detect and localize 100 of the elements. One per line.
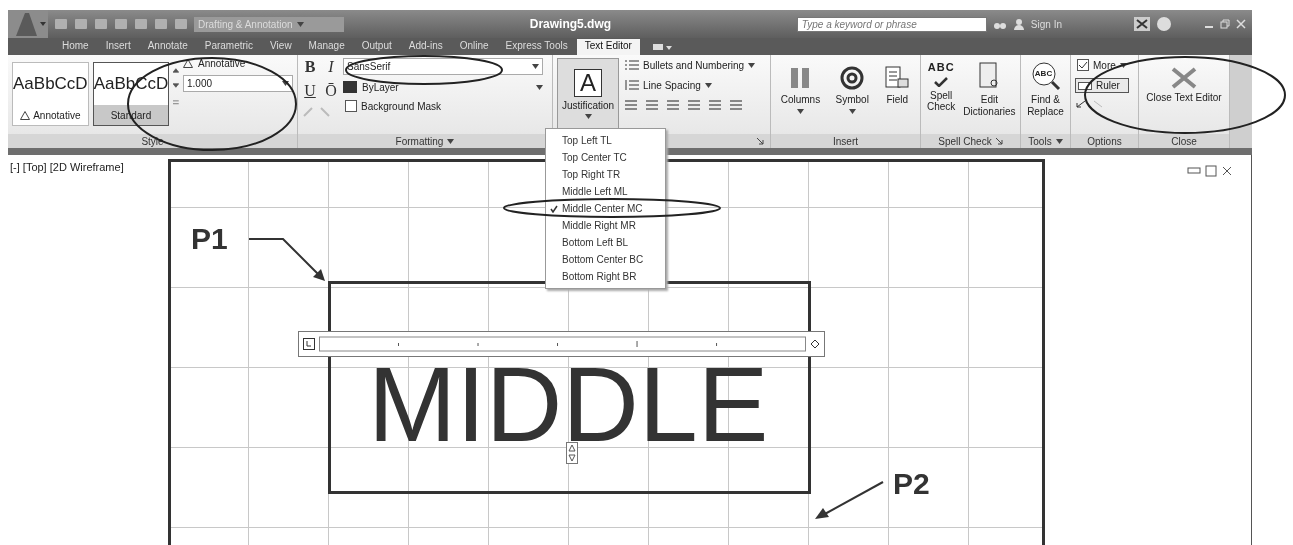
magnifier-icon: [1030, 61, 1061, 91]
menu-item[interactable]: Middle Left ML: [546, 183, 665, 200]
ribbon-tab[interactable]: Annotate: [139, 39, 196, 55]
caret-icon: [748, 62, 756, 68]
resize-handle-icon[interactable]: [566, 442, 578, 464]
toolbar-icon[interactable]: [94, 18, 108, 30]
bold-button[interactable]: B: [302, 58, 318, 76]
line-spacing-button[interactable]: Line Spacing: [623, 78, 758, 92]
toolbar-icon[interactable]: [174, 18, 188, 30]
ribbon-tab[interactable]: Parametric: [196, 39, 262, 55]
close-icon[interactable]: [1236, 19, 1246, 29]
align-icon[interactable]: [665, 98, 681, 112]
toolbar-icon[interactable]: [74, 18, 88, 30]
find-replace-button[interactable]: ABC Find & Replace: [1022, 59, 1069, 131]
more-button[interactable]: More: [1075, 58, 1129, 72]
menu-item[interactable]: Middle Center MC: [546, 200, 665, 217]
italic-button[interactable]: I: [323, 58, 339, 76]
dialog-launcher-icon[interactable]: [757, 137, 764, 145]
menu-item[interactable]: Middle Right MR: [546, 217, 665, 234]
ribbon-tab[interactable]: Insert: [97, 39, 139, 55]
font-combo[interactable]: SansSerif: [343, 58, 543, 75]
menu-item[interactable]: Top Center TC: [546, 149, 665, 166]
viewport-controls[interactable]: [-] [Top] [2D Wireframe]: [10, 161, 124, 173]
toolbar-icon[interactable]: [54, 18, 68, 30]
align-icon[interactable]: [707, 98, 723, 112]
columns-icon: [789, 65, 812, 91]
panel-title: Options: [1087, 135, 1122, 147]
text-height-combo[interactable]: 1.000: [183, 75, 293, 92]
search-field[interactable]: Type a keyword or phrase: [796, 16, 987, 32]
panel-title: Close: [1171, 135, 1197, 147]
toolbar-icon[interactable]: [154, 18, 168, 30]
field-button[interactable]: Field: [882, 63, 913, 131]
text-style-swatch[interactable]: AaBbCcD Annotative: [12, 62, 89, 126]
menu-item[interactable]: Top Left TL: [546, 132, 665, 149]
disabled-tool-icon: [319, 106, 331, 118]
sign-in-link[interactable]: Sign In: [1030, 18, 1062, 30]
panel-menu-icon[interactable]: [650, 41, 673, 53]
toolbar-icon[interactable]: [114, 18, 128, 30]
ribbon-tab[interactable]: Express Tools: [497, 39, 576, 55]
caret-icon: [704, 82, 712, 88]
mtext-text: MIDDLE: [368, 362, 769, 447]
caret-icon: [1055, 138, 1063, 144]
diamond-handle-icon[interactable]: [810, 339, 820, 349]
book-icon: [978, 61, 1001, 91]
align-icon[interactable]: [686, 98, 702, 112]
tab-stop-icon[interactable]: [303, 338, 315, 350]
caret-icon: [282, 81, 289, 86]
caret-icon: [848, 108, 856, 114]
caret-icon: [447, 138, 455, 144]
ribbon-tab[interactable]: View: [262, 39, 300, 55]
underline-button[interactable]: U: [302, 82, 318, 100]
undo-icon[interactable]: [1075, 99, 1087, 109]
justification-button[interactable]: A Justification: [557, 58, 619, 130]
background-mask-button[interactable]: Background Mask: [343, 99, 543, 113]
columns-button[interactable]: Columns: [778, 63, 823, 131]
toolbar-icon[interactable]: [134, 18, 148, 30]
menu-item[interactable]: Top Right TR: [546, 166, 665, 183]
ribbon-tab[interactable]: Online: [451, 39, 497, 55]
leader-arrow: [815, 481, 884, 519]
menu-item[interactable]: Bottom Right BR: [546, 268, 665, 285]
ribbon-tab[interactable]: Home: [54, 39, 97, 55]
panel-title: Style: [141, 135, 164, 147]
viewport-maximize-icon[interactable]: [1205, 165, 1217, 177]
mask-icon: [345, 100, 357, 112]
align-icon[interactable]: [623, 98, 639, 112]
viewport-minimize-icon[interactable]: [1187, 165, 1201, 175]
menu-item[interactable]: Bottom Center BC: [546, 251, 665, 268]
ribbon-tab[interactable]: Add-ins: [400, 39, 451, 55]
window-title: Drawing5.dwg: [528, 17, 613, 31]
text-ruler[interactable]: [298, 331, 825, 357]
restore-icon[interactable]: [1220, 19, 1230, 29]
ribbon-tab[interactable]: Manage: [300, 39, 353, 55]
align-icon[interactable]: [728, 98, 744, 112]
edit-dictionaries-button[interactable]: Edit Dictionaries: [961, 59, 1018, 131]
application-menu-icon[interactable]: [8, 10, 48, 38]
bullets-button[interactable]: Bullets and Numbering: [623, 58, 758, 72]
color-label: ByLayer: [362, 81, 399, 93]
close-text-editor-button[interactable]: Close Text Editor: [1144, 65, 1224, 131]
ribbon-tab[interactable]: Output: [353, 39, 400, 55]
annotative-label: Annotative: [198, 58, 246, 69]
close-icon: [1170, 67, 1198, 89]
dialog-launcher-icon[interactable]: [995, 137, 1003, 145]
color-swatch-icon: [343, 81, 357, 93]
ribbon-tab[interactable]: Text Editor: [576, 39, 640, 55]
symbol-button[interactable]: Symbol: [833, 63, 871, 131]
panel-title: Tools: [1028, 135, 1052, 147]
caret-icon: [584, 114, 592, 120]
annotative-icon: [183, 59, 193, 68]
ruler-button[interactable]: Ruler: [1075, 78, 1129, 93]
caret-icon: [796, 108, 804, 114]
redo-icon: [1092, 99, 1104, 109]
ruler-icon: [1078, 81, 1092, 90]
overline-button[interactable]: Ō: [323, 82, 339, 100]
check-icon: [933, 76, 950, 87]
caret-icon: [1119, 62, 1127, 68]
viewport-close-icon[interactable]: [1221, 165, 1233, 177]
menu-item[interactable]: Bottom Left BL: [546, 234, 665, 251]
line-spacing-icon: [625, 79, 639, 91]
spell-check-button[interactable]: ABC Spell Check: [925, 59, 958, 131]
align-icon[interactable]: [644, 98, 660, 112]
